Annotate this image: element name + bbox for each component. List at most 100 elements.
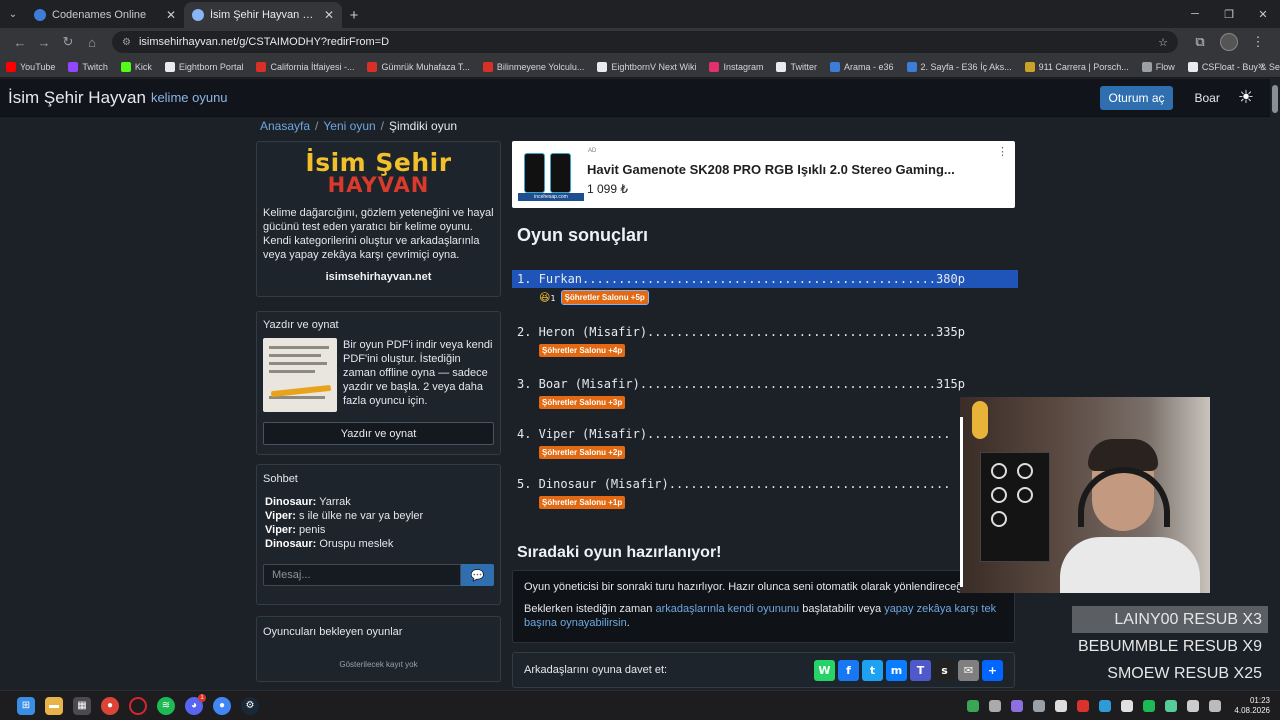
bookmark-item[interactable]: CSFloat - Buy & Sell...: [1187, 61, 1280, 72]
chat-message-input[interactable]: [263, 564, 461, 586]
windows-start-icon[interactable]: ⊞: [17, 696, 35, 715]
own-game-link[interactable]: arkadaşlarınla kendi oyununu: [655, 603, 799, 615]
bookmark-item[interactable]: Arama - e36: [830, 61, 894, 72]
extensions-puzzle-icon[interactable]: ⧉: [1186, 34, 1214, 50]
logo-line-2: HAYVAN: [327, 173, 430, 197]
minimize-icon[interactable]: ─: [1178, 0, 1212, 28]
bookmark-label: Gümrük Muhafaza T...: [381, 61, 470, 72]
breadcrumb-new-game[interactable]: Yeni oyun: [323, 119, 375, 133]
globe-favicon-icon: [192, 9, 204, 21]
bookmark-item[interactable]: EightbornV Next Wiki: [597, 61, 696, 72]
forward-arrow-icon[interactable]: →: [32, 35, 56, 50]
steam-icon[interactable]: ⚙: [241, 696, 259, 715]
site-link[interactable]: isimsehirhayvan.net: [263, 271, 494, 283]
file-explorer-icon[interactable]: ▬: [45, 696, 63, 715]
hall-of-fame-badge[interactable]: Şöhretler Salonu +5p: [560, 290, 649, 305]
hall-of-fame-badge[interactable]: Şöhretler Salonu +1p: [539, 496, 626, 509]
bookmark-label: Flow: [1155, 61, 1175, 72]
bookmark-star-icon[interactable]: ☆: [1158, 36, 1168, 49]
twitter-icon[interactable]: t: [862, 659, 883, 681]
hall-of-fame-badge[interactable]: Şöhretler Salonu +2p: [539, 446, 626, 459]
hall-of-fame-badge[interactable]: Şöhretler Salonu +4p: [539, 344, 626, 357]
result-line: 4. Viper (Misafir)......................…: [517, 427, 951, 441]
bookmark-item[interactable]: Instagram: [709, 61, 764, 72]
bookmark-favicon-icon: [906, 61, 917, 72]
bookmark-item[interactable]: YouTube: [6, 61, 55, 72]
bookmark-label: California İtfaiyesi -...: [270, 61, 355, 72]
maximize-icon[interactable]: ❐: [1212, 0, 1246, 28]
bookmark-favicon-icon: [1141, 61, 1152, 72]
advertisement[interactable]: incehesap.com AD Havit Gamenote SK208 PR…: [512, 141, 1015, 208]
profile-avatar[interactable]: [1220, 33, 1238, 51]
home-icon[interactable]: ⌂: [80, 35, 104, 50]
page-scrollbar[interactable]: [1270, 79, 1280, 689]
chat-text: Yarrak: [319, 496, 351, 508]
close-window-icon[interactable]: ✕: [1246, 0, 1280, 28]
tab-search-icon[interactable]: ⌄: [0, 0, 26, 28]
chrome-icon[interactable]: ●: [101, 696, 119, 715]
chat-card: Sohbet Dinosaur: Yarrak Viper: s ile ülke…: [256, 464, 501, 605]
print-and-play-button[interactable]: Yazdır ve oynat: [263, 422, 494, 445]
login-button[interactable]: Oturum aç: [1100, 85, 1173, 110]
spotify-icon[interactable]: ≋: [157, 696, 175, 715]
system-clock[interactable]: 01:23 4.08.2026: [1234, 696, 1270, 716]
browser-menu-icon[interactable]: ⋮: [1244, 34, 1272, 50]
discord-icon[interactable]: ◕ 1: [185, 693, 206, 715]
tab-codenames[interactable]: Codenames Online ✕: [26, 2, 184, 28]
bookmark-favicon-icon: [256, 61, 267, 72]
email-icon[interactable]: ✉: [958, 659, 979, 681]
speaker-product-image: incehesap.com: [518, 148, 584, 201]
bookmark-item[interactable]: 2. Sayfa - E36 İç Aks...: [906, 61, 1012, 72]
bookmark-item[interactable]: Twitter: [776, 61, 817, 72]
address-bar[interactable]: ⚙ isimsehirhayvan.net/g/CSTAIMODHY?redir…: [112, 31, 1178, 53]
bookmark-item[interactable]: Twitch: [68, 61, 108, 72]
back-arrow-icon[interactable]: ←: [8, 35, 32, 50]
bookmark-item[interactable]: Kick: [120, 61, 152, 72]
share-plus-icon[interactable]: +: [982, 659, 1003, 681]
reload-icon[interactable]: ↻: [56, 34, 80, 50]
tab-isimsehirhayvan[interactable]: İsim Şehir Hayvan oyununa katıl ✕: [184, 2, 342, 28]
reaction-emoji-icon[interactable]: 😆1: [539, 291, 556, 304]
sun-icon[interactable]: ☀: [1238, 87, 1254, 108]
bookmarks-overflow-icon[interactable]: »: [1258, 60, 1264, 72]
facebook-icon[interactable]: f: [838, 659, 859, 681]
site-logo[interactable]: İsim Şehir HAYVAN: [263, 150, 494, 196]
snapchat-icon[interactable]: s: [934, 659, 955, 681]
bookmark-label: Instagram: [723, 61, 764, 72]
tab-close-icon[interactable]: ✕: [166, 8, 176, 22]
results-heading: Oyun sonuçları: [517, 225, 649, 245]
user-name-link[interactable]: Boar: [1195, 91, 1220, 105]
chat-text: s ile ülke ne var ya beyler: [299, 510, 424, 522]
chrome-active-icon[interactable]: ●: [213, 696, 231, 715]
site-brand[interactable]: İsim Şehir Hayvan: [8, 88, 146, 108]
chat-message: Dinosaur: Yarrak: [263, 495, 494, 509]
chat-text: penis: [299, 524, 326, 536]
site-info-icon[interactable]: ⚙: [122, 37, 131, 48]
ad-price: 1 099 ₺: [587, 182, 628, 196]
bookmark-item[interactable]: Eightborn Portal: [164, 61, 243, 72]
bookmark-item[interactable]: Gümrük Muhafaza T...: [367, 61, 470, 72]
bookmark-item[interactable]: California İtfaiyesi -...: [256, 61, 355, 72]
result-row: 5. Dinosaur (Misafir)...................…: [512, 475, 1018, 509]
bookmark-favicon-icon: [776, 61, 787, 72]
messenger-icon[interactable]: m: [886, 659, 907, 681]
new-tab-plus-icon[interactable]: +: [342, 2, 366, 28]
ad-options-icon[interactable]: ⋮: [997, 145, 1008, 158]
bookmark-favicon-icon: [6, 61, 16, 72]
breadcrumb-separator: /: [380, 119, 385, 133]
opera-icon[interactable]: [129, 696, 147, 715]
bookmark-item[interactable]: Flow: [1141, 61, 1175, 72]
whatsapp-icon[interactable]: W: [814, 659, 835, 681]
bookmark-item[interactable]: Bilinmeyene Yolculu...: [482, 61, 584, 72]
hall-of-fame-badge[interactable]: Şöhretler Salonu +3p: [539, 396, 626, 409]
ad-title[interactable]: Havit Gamenote SK208 PRO RGB Işıklı 2.0 …: [587, 162, 955, 177]
print-card-title: Yazdır ve oynat: [263, 319, 339, 331]
breadcrumb-home[interactable]: Anasayfa: [260, 119, 310, 133]
bookmark-item[interactable]: 911 Carrera | Porsch...: [1024, 61, 1129, 72]
result-row: 3. Boar (Misafir).......................…: [512, 375, 1018, 409]
teams-icon[interactable]: T: [910, 659, 931, 681]
scrollbar-thumb[interactable]: [1272, 85, 1278, 113]
store-icon[interactable]: ▦: [73, 696, 91, 715]
chat-send-icon[interactable]: 💬: [461, 564, 494, 586]
tab-close-icon[interactable]: ✕: [324, 8, 334, 22]
